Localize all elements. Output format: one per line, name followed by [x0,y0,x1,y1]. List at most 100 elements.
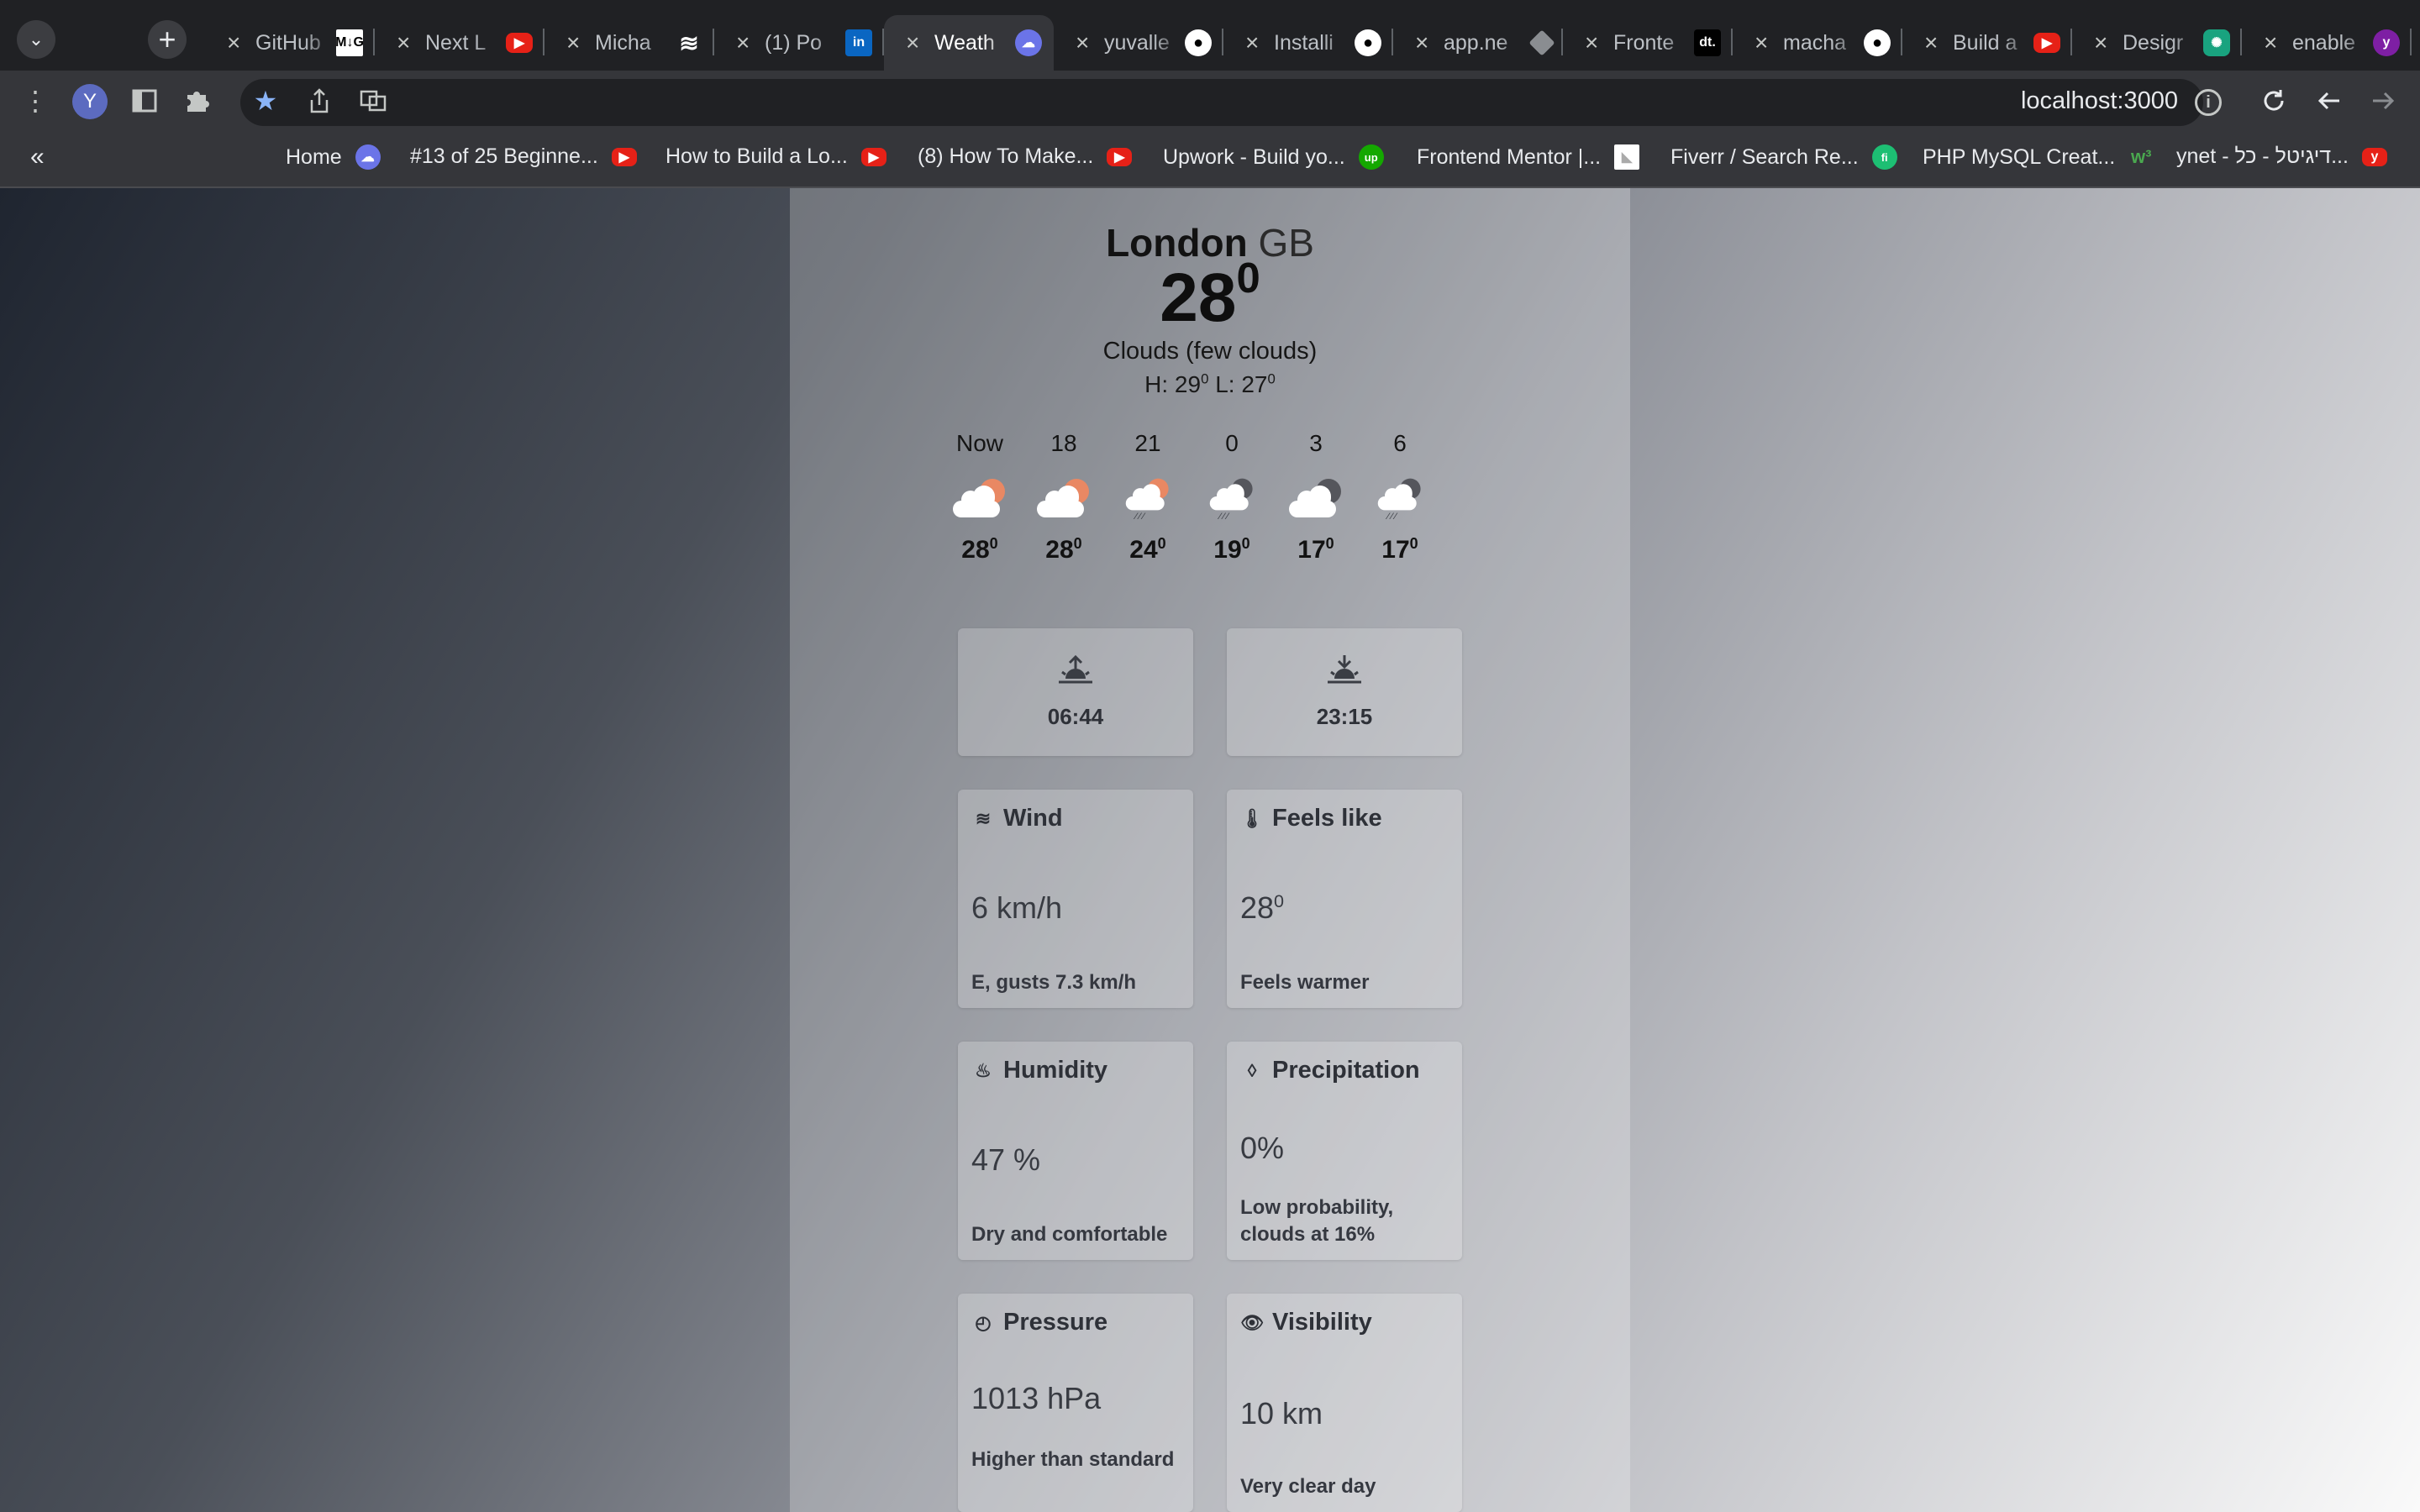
browser-tab[interactable]: × GitHub M↓G [205,15,375,71]
back-arrow-icon[interactable] [2316,87,2343,114]
cloud-shape [1289,486,1336,517]
bookmark-item[interactable]: Frontend Mentor |... ◣ [1417,144,1640,170]
card-description: E, gusts 7.3 km/h [971,971,1137,994]
bookmark-item[interactable]: Home ☁ [286,144,381,170]
browser-tab[interactable]: × Fronte dt. [1563,15,1733,71]
bookmark-item[interactable]: Upwork - Build yo... up [1163,144,1384,170]
hour-forecast-item: Now 280 [938,430,1022,564]
close-tab-icon[interactable]: × [1245,29,1264,56]
sunrise-icon [1057,654,1094,687]
close-tab-icon[interactable]: × [1415,29,1434,56]
close-tab-icon[interactable]: × [1585,29,1603,56]
weather-icon: ☁ [1015,29,1042,56]
close-tab-icon[interactable]: × [1754,29,1773,56]
high-temp: H: 29 [1144,371,1202,397]
bookmark-label: Frontend Mentor |... [1417,144,1602,169]
close-tab-icon[interactable]: × [2094,29,2112,56]
hour-label: 6 [1393,430,1407,456]
bookmarks-collapse-icon[interactable]: « [30,143,45,171]
hour-forecast-item: 0 ⁄⁄⁄ 190 [1190,430,1274,564]
tab-title: enable [2292,30,2356,55]
browser-tab[interactable]: × yuvalle ● [1054,15,1223,71]
w3schools-icon: w³ [2131,146,2152,167]
close-tab-icon[interactable]: × [397,29,415,56]
browser-tab[interactable]: × enable y [2242,15,2412,71]
forward-arrow-icon[interactable] [2370,87,2396,114]
side-panel-icon[interactable] [131,87,158,114]
browser-tab[interactable]: × Installi ● [1223,15,1393,71]
github-icon: ● [1185,29,1212,56]
card-title: Precipitation [1272,1057,1420,1084]
tab-title: macha [1783,30,1847,55]
card-value: 280 [1240,890,1285,925]
translate-icon[interactable] [360,87,387,114]
card-title: Humidity [1003,1057,1108,1084]
card-value: 0% [1240,1131,1285,1165]
rain-drops: ⁄⁄⁄ [1219,510,1231,522]
devto-icon: dt. [1694,29,1721,56]
card-value: 1013 hPa [971,1381,1102,1415]
hour-label: 0 [1225,430,1239,456]
browser-tab[interactable]: × (1) Po in [714,15,884,71]
bookmark-item[interactable]: #13 of 25 Beginne... ▶ [410,144,637,169]
close-tab-icon[interactable]: × [1924,29,1943,56]
gauge-icon: ◴ [975,1311,992,1333]
eye-icon: 👁 [1240,1311,1264,1333]
close-tab-icon[interactable]: × [566,29,585,56]
tab-title: GitHub [255,30,321,55]
tab-title: Weath [934,30,995,55]
new-tab-plus-icon[interactable]: + [148,20,187,59]
degree-symbol: 0 [1236,253,1260,302]
reload-icon[interactable] [2260,87,2287,114]
hour-temp: 190 [1213,535,1250,564]
browser-tab[interactable]: × Micha ≋ [544,15,714,71]
close-tab-icon[interactable]: × [906,29,924,56]
hour-temp: 170 [1381,535,1418,564]
notion-icon: M↓G [335,29,364,56]
share-icon[interactable] [306,87,333,114]
close-tab-icon[interactable]: × [2264,29,2282,56]
browser-tab[interactable]: × Build a ▶ [1902,15,2072,71]
bookmark-item[interactable]: How to Build a Lo... ▶ [666,144,886,169]
card-header: 👁 Visibility [1240,1309,1372,1336]
close-tab-icon[interactable]: × [1076,29,1094,56]
humidity-icon: ♨ [975,1059,992,1081]
current-temperature: 280 [1160,253,1260,336]
bookmark-item[interactable]: Fiverr / Search Re... fi [1670,144,1897,170]
url-text[interactable]: localhost:3000 [2021,87,2178,115]
extensions-puzzle-icon[interactable] [183,87,210,114]
thermometer-icon: 🌡 [1240,807,1264,829]
chatgpt-icon: ✺ [2203,29,2230,56]
browser-tab[interactable]: × Desigr ✺ [2072,15,2242,71]
bookmark-label: Upwork - Build yo... [1163,144,1345,169]
bookmark-label: #13 of 25 Beginne... [410,144,598,168]
youtube-icon: ▶ [506,33,533,53]
bookmark-item[interactable]: (8) How To Make... ▶ [918,144,1133,169]
cloud-sun-icon [1034,477,1094,524]
card-description: Low probability, clouds at 16% [1240,1196,1394,1246]
rain-drops: ⁄⁄⁄ [1135,510,1147,522]
hour-forecast-item: 6 ⁄⁄⁄ 170 [1358,430,1442,564]
card-value: 10 km [1240,1396,1323,1431]
close-tab-icon[interactable]: × [227,29,245,56]
browser-tab[interactable]: × app.ne [1393,15,1563,71]
site-info-icon[interactable]: i [2195,89,2222,116]
upwork-icon: up [1358,144,1384,170]
menu-kebab-icon[interactable]: ⋮ [22,86,49,116]
sunset-icon [1326,654,1363,687]
weather-condition: Clouds (few clouds) [1102,338,1318,365]
browser-tab[interactable]: × Weath ☁ [884,15,1054,71]
close-tab-icon[interactable]: × [736,29,755,56]
profile-avatar[interactable]: Y [72,84,108,119]
bookmark-item[interactable]: PHP MySQL Creat... w³ [1923,144,2154,170]
browser-tab[interactable]: × Next L ▶ [375,15,544,71]
card-value: 47 % [971,1142,1041,1177]
youtube-icon: ▶ [860,147,886,166]
bookmark-star-icon[interactable]: ★ [252,86,279,116]
bookmark-label: (8) How To Make... [918,144,1094,168]
bookmark-label: Fiverr / Search Re... [1670,144,1859,169]
address-bar[interactable] [240,79,2203,126]
browser-tab[interactable]: × macha ● [1733,15,1902,71]
tab-search-chevron-icon[interactable]: ⌄ [17,20,55,59]
bookmark-item[interactable]: ynet - דיגיטל - כל... y [2176,144,2387,169]
